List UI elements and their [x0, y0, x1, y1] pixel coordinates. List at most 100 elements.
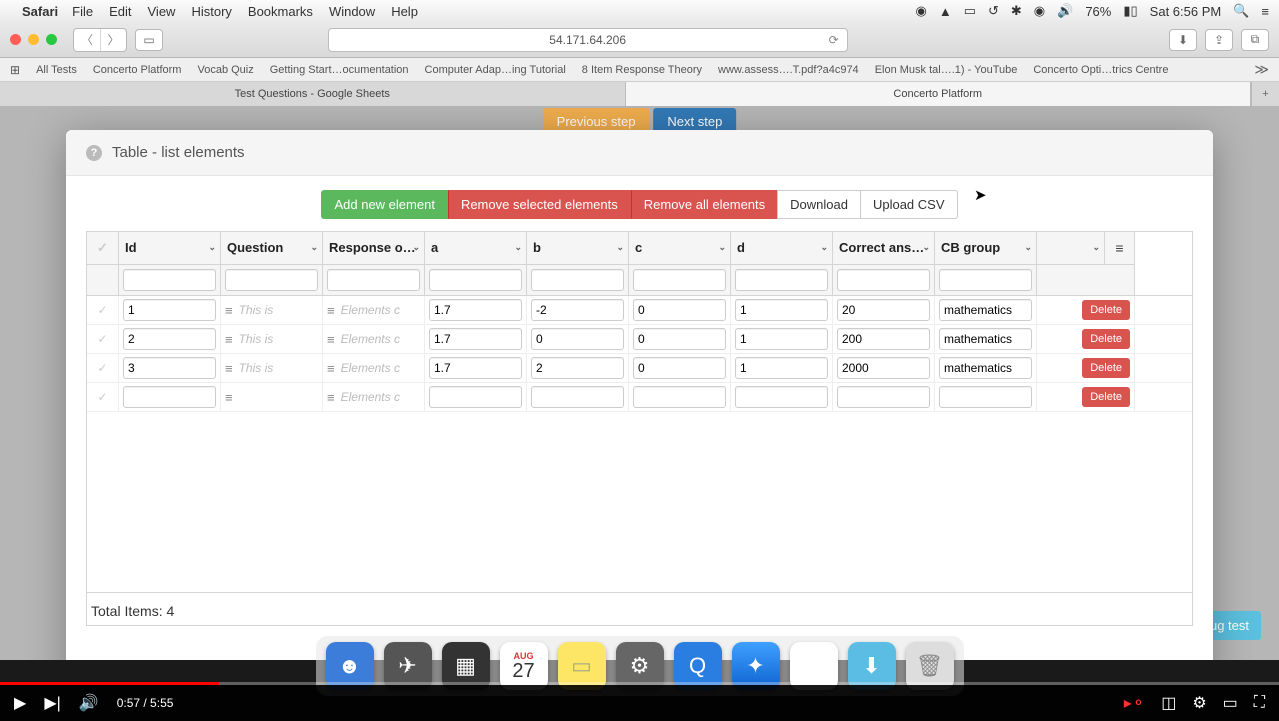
reorder-icon[interactable]: ≡ [327, 332, 335, 347]
help-icon[interactable]: ? [86, 145, 102, 161]
cell-cbgroup[interactable] [939, 357, 1032, 379]
autoplay-icon[interactable]: ▸⚬ [1124, 693, 1145, 713]
cell-b[interactable] [531, 386, 624, 408]
menubar-app-name[interactable]: Safari [22, 4, 58, 19]
tab-concerto[interactable]: Concerto Platform [626, 82, 1252, 106]
fav-6[interactable]: www.assess….T.pdf?a4c974 [718, 64, 859, 76]
forward-button[interactable]: 〉 [100, 29, 126, 51]
tab-google-sheets[interactable]: Test Questions - Google Sheets [0, 82, 626, 106]
cell-response[interactable]: ≡Elements c [323, 354, 425, 382]
timemachine-icon[interactable]: ↺ [988, 3, 999, 19]
cell-id[interactable] [123, 299, 216, 321]
spotlight-icon[interactable]: 🔍 [1233, 3, 1249, 19]
row-checkbox[interactable]: ✓ [87, 325, 119, 353]
clock-text[interactable]: Sat 6:56 PM [1150, 4, 1222, 19]
filter-cbgroup[interactable] [939, 269, 1032, 291]
theater-icon[interactable]: ▭ [1223, 693, 1238, 713]
upload-csv-button[interactable]: Upload CSV [860, 190, 958, 219]
delete-button[interactable]: Delete [1082, 329, 1130, 349]
cell-a[interactable] [429, 328, 522, 350]
fav-7[interactable]: Elon Musk tal….1) - YouTube [875, 64, 1018, 76]
delete-button[interactable]: Delete [1082, 387, 1130, 407]
cell-c[interactable] [633, 299, 726, 321]
settings-icon[interactable]: ⚙ [1192, 693, 1206, 713]
fav-8[interactable]: Concerto Opti…trics Centre [1033, 64, 1168, 76]
select-all-checkbox[interactable]: ✓ [87, 232, 119, 265]
col-a[interactable]: a⌄ [425, 232, 527, 265]
close-window-button[interactable] [10, 34, 21, 45]
cell-a[interactable] [429, 386, 522, 408]
favorites-grid-icon[interactable]: ⊞ [10, 63, 20, 77]
fav-5[interactable]: 8 Item Response Theory [582, 64, 702, 76]
row-checkbox[interactable]: ✓ [87, 383, 119, 411]
cell-d[interactable] [735, 299, 828, 321]
cell-response[interactable]: ≡Elements c [323, 383, 425, 411]
sidebar-button[interactable]: ▭ [135, 29, 163, 51]
cell-question[interactable]: ≡This is [221, 296, 323, 324]
fav-4[interactable]: Computer Adap…ing Tutorial [425, 64, 566, 76]
col-id[interactable]: Id⌄ [119, 232, 221, 265]
cell-correct[interactable] [837, 299, 930, 321]
fav-2[interactable]: Vocab Quiz [197, 64, 253, 76]
cell-c[interactable] [633, 328, 726, 350]
url-bar[interactable]: 54.171.64.206 ⟳ [328, 28, 848, 52]
cell-response[interactable]: ≡Elements c [323, 325, 425, 353]
filter-b[interactable] [531, 269, 624, 291]
display-icon[interactable]: ▭ [964, 3, 976, 19]
menu-file[interactable]: File [72, 4, 93, 19]
back-button[interactable]: 〈 [74, 29, 100, 51]
captions-icon[interactable]: ◫ [1161, 693, 1176, 713]
cell-correct[interactable] [837, 328, 930, 350]
cell-response[interactable]: ≡Elements c [323, 296, 425, 324]
cloud-icon[interactable]: ▲ [939, 4, 952, 19]
cell-c[interactable] [633, 357, 726, 379]
menu-history[interactable]: History [191, 4, 231, 19]
cell-b[interactable] [531, 357, 624, 379]
minimize-window-button[interactable] [28, 34, 39, 45]
delete-button[interactable]: Delete [1082, 358, 1130, 378]
cell-b[interactable] [531, 328, 624, 350]
tabs-button[interactable]: ⧉ [1241, 29, 1269, 51]
reload-icon[interactable]: ⟳ [829, 33, 839, 47]
filter-id[interactable] [123, 269, 216, 291]
col-cbgroup[interactable]: CB group⌄ [935, 232, 1037, 265]
reorder-icon[interactable]: ≡ [225, 332, 233, 347]
menu-view[interactable]: View [148, 4, 176, 19]
filter-d[interactable] [735, 269, 828, 291]
cell-cbgroup[interactable] [939, 328, 1032, 350]
cell-question[interactable]: ≡ [221, 383, 323, 411]
row-checkbox[interactable]: ✓ [87, 354, 119, 382]
cell-cbgroup[interactable] [939, 299, 1032, 321]
share-button[interactable]: ⇪ [1205, 29, 1233, 51]
filter-response[interactable] [327, 269, 420, 291]
cell-c[interactable] [633, 386, 726, 408]
reorder-icon[interactable]: ≡ [327, 390, 335, 405]
cell-d[interactable] [735, 386, 828, 408]
filter-c[interactable] [633, 269, 726, 291]
col-d[interactable]: d⌄ [731, 232, 833, 265]
menu-edit[interactable]: Edit [109, 4, 131, 19]
download-button[interactable]: Download [777, 190, 861, 219]
play-button[interactable]: ▶ [14, 693, 26, 713]
volume-icon[interactable]: 🔊 [1057, 3, 1073, 19]
delete-button[interactable]: Delete [1082, 300, 1130, 320]
reorder-icon[interactable]: ≡ [225, 361, 233, 376]
zoom-window-button[interactable] [46, 34, 57, 45]
cell-question[interactable]: ≡This is [221, 325, 323, 353]
fav-0[interactable]: All Tests [36, 64, 77, 76]
cell-cbgroup[interactable] [939, 386, 1032, 408]
bluetooth-icon[interactable]: ✱ [1011, 3, 1022, 19]
fullscreen-icon[interactable]: ⛶ [1254, 694, 1265, 712]
filter-question[interactable] [225, 269, 318, 291]
reorder-icon[interactable]: ≡ [225, 303, 233, 318]
fav-3[interactable]: Getting Start…ocumentation [270, 64, 409, 76]
cell-id[interactable] [123, 328, 216, 350]
cell-id[interactable] [123, 357, 216, 379]
cell-d[interactable] [735, 357, 828, 379]
col-b[interactable]: b⌄ [527, 232, 629, 265]
filter-a[interactable] [429, 269, 522, 291]
add-element-button[interactable]: Add new element [321, 190, 447, 219]
cell-a[interactable] [429, 357, 522, 379]
volume-button[interactable]: 🔊 [79, 693, 99, 713]
row-checkbox[interactable]: ✓ [87, 296, 119, 324]
